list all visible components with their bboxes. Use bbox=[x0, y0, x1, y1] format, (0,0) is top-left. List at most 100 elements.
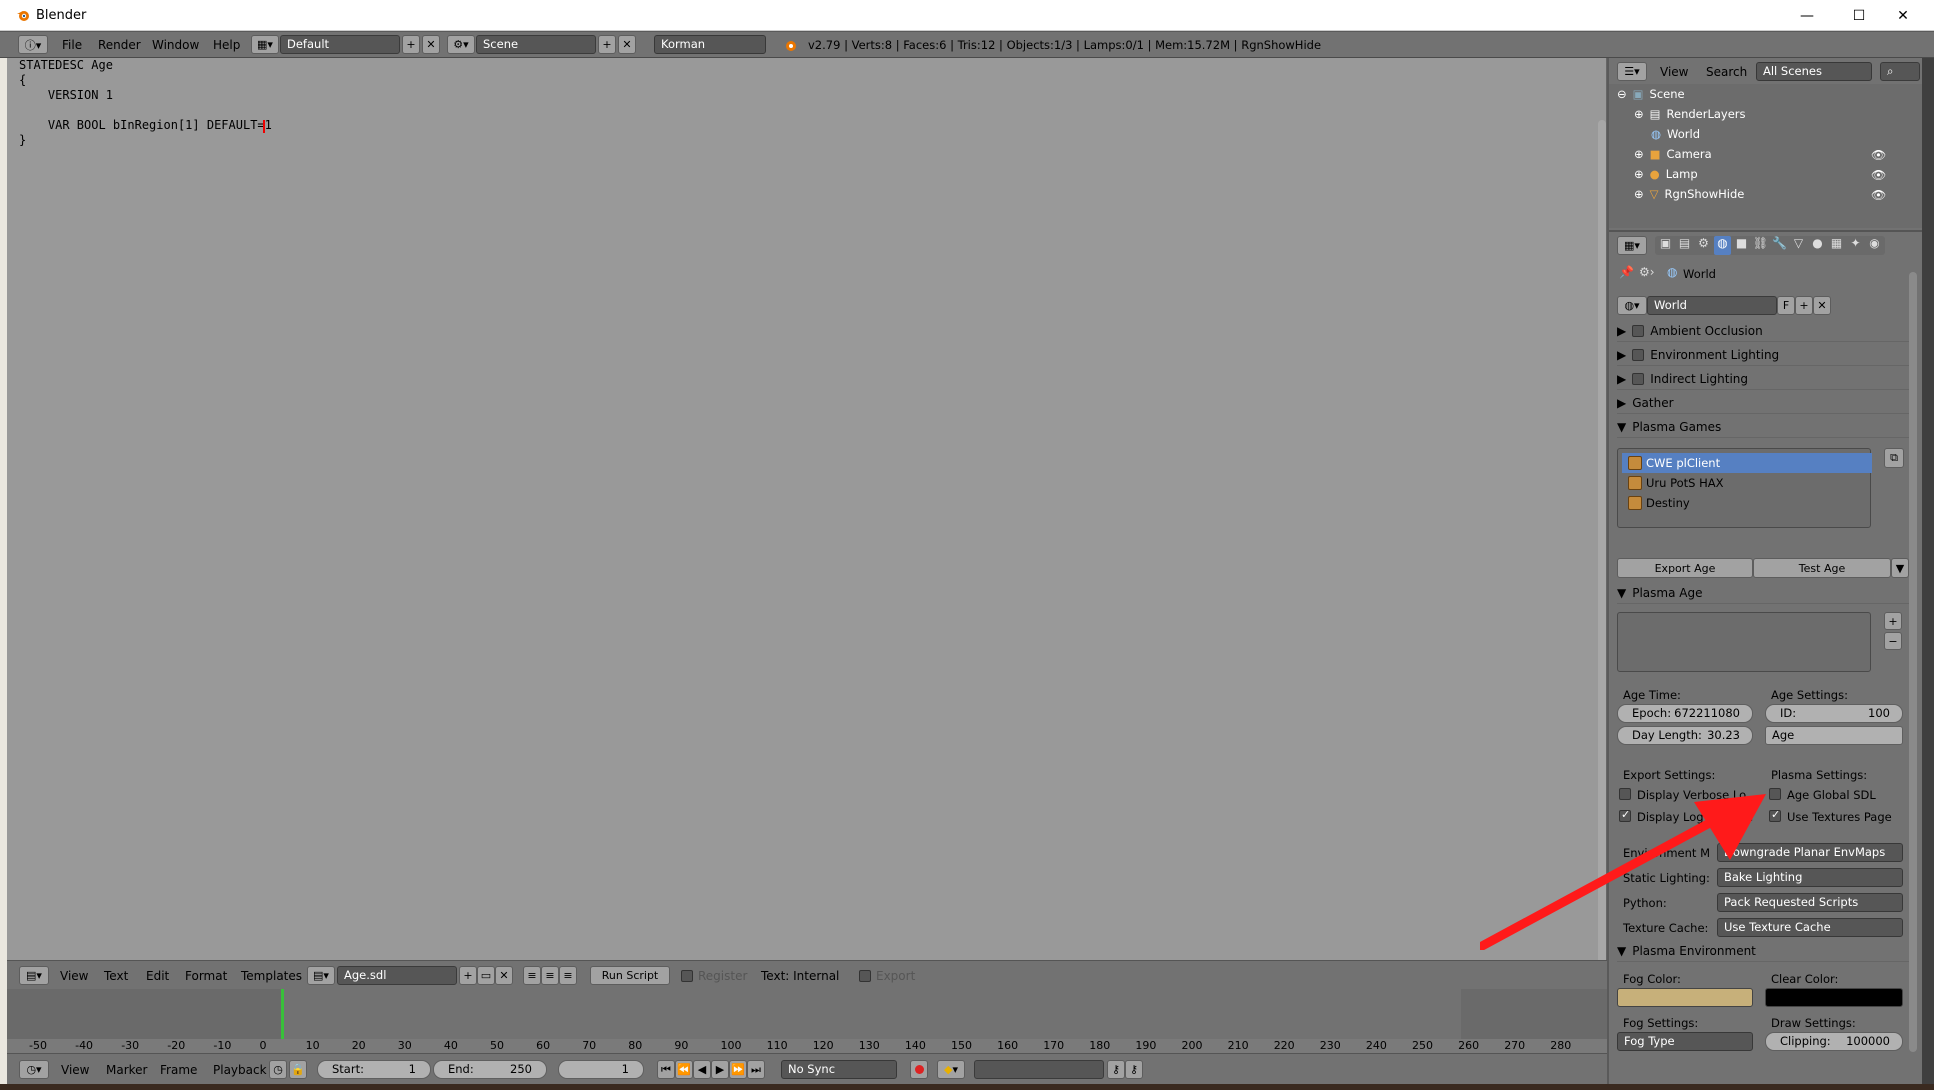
current-frame-marker[interactable] bbox=[281, 989, 284, 1039]
game-item[interactable]: Uru PotS HAX bbox=[1622, 473, 1872, 493]
menu-marker[interactable]: Marker bbox=[106, 1063, 147, 1077]
world-name-field[interactable]: World bbox=[1647, 296, 1777, 315]
record-icon[interactable] bbox=[910, 1060, 928, 1079]
modifiers-tab-icon[interactable]: 🔧 bbox=[1771, 236, 1788, 255]
maximize-button[interactable]: ☐ bbox=[1836, 0, 1882, 31]
menu-view[interactable]: View bbox=[61, 1063, 89, 1077]
panel-ambient-occlusion[interactable]: ▶ Ambient Occlusion bbox=[1617, 320, 1909, 342]
word-wrap-toggle-icon[interactable]: ≡ bbox=[541, 966, 559, 985]
delete-key-icon[interactable]: ⚷ bbox=[1125, 1060, 1143, 1079]
clipping-field[interactable]: Clipping: 100000 bbox=[1765, 1032, 1903, 1051]
menu-playback[interactable]: Playback bbox=[213, 1063, 267, 1077]
line-numbers-toggle-icon[interactable]: ≡ bbox=[523, 966, 541, 985]
games-add-icon[interactable]: ⧉ bbox=[1884, 448, 1904, 468]
close-button[interactable]: ✕ bbox=[1880, 0, 1926, 31]
jump-start-icon[interactable]: ⏮ bbox=[657, 1060, 675, 1079]
minimize-button[interactable]: — bbox=[1784, 0, 1830, 31]
texture-tab-icon[interactable]: ▦ bbox=[1828, 236, 1845, 255]
outliner-item-renderlayers[interactable]: ⊕ ▤ RenderLayers bbox=[1609, 104, 1922, 124]
lock-icon[interactable]: 🔒 bbox=[289, 1060, 307, 1079]
prev-keyframe-icon[interactable]: ⏪ bbox=[675, 1060, 693, 1079]
constraints-tab-icon[interactable]: ⛓ bbox=[1752, 236, 1769, 255]
keying-icon[interactable]: ◆ ▾ bbox=[937, 1060, 965, 1079]
preview-range-icon[interactable]: ◷ bbox=[269, 1060, 287, 1079]
play-reverse-icon[interactable]: ◀ bbox=[693, 1060, 711, 1079]
page-add-icon[interactable]: + bbox=[1884, 612, 1902, 630]
timeline-editor-type-icon[interactable]: ◷▾ bbox=[19, 1060, 49, 1079]
scene-tab-icon[interactable]: ⚙ bbox=[1695, 236, 1712, 255]
epoch-field[interactable]: Epoch: 672211080 bbox=[1617, 704, 1753, 723]
age-id-field[interactable]: ID: 100 bbox=[1765, 704, 1903, 723]
next-keyframe-icon[interactable]: ⏩ bbox=[729, 1060, 747, 1079]
outliner-search-field[interactable]: ⌕ bbox=[1880, 62, 1920, 81]
world-browse-icon[interactable]: ◍▾ bbox=[1617, 296, 1647, 315]
object-tab-icon[interactable]: ■ bbox=[1733, 236, 1750, 255]
panel-environment-lighting[interactable]: ▶ Environment Lighting bbox=[1617, 344, 1909, 366]
text-file-field[interactable]: Age.sdl bbox=[337, 966, 457, 985]
menu-text[interactable]: Text bbox=[104, 969, 128, 983]
menu-file[interactable]: File bbox=[62, 38, 82, 52]
layout-add-icon[interactable]: + bbox=[402, 35, 420, 54]
outliner-item-scene[interactable]: ⊖ ▣ Scene bbox=[1609, 84, 1922, 104]
export-age-button[interactable]: Export Age bbox=[1617, 558, 1753, 578]
outliner-filter-dropdown[interactable]: All Scenes bbox=[1756, 62, 1872, 81]
render-tab-icon[interactable]: ▣ bbox=[1657, 236, 1674, 255]
scene-field[interactable]: Scene bbox=[476, 35, 596, 54]
end-frame-field[interactable]: End: 250 bbox=[433, 1060, 547, 1079]
menu-view[interactable]: View bbox=[60, 969, 88, 983]
jump-end-icon[interactable]: ⏭ bbox=[747, 1060, 765, 1079]
scene-delete-icon[interactable]: ✕ bbox=[618, 35, 636, 54]
game-item[interactable]: Destiny bbox=[1622, 493, 1872, 513]
menu-help[interactable]: Help bbox=[213, 38, 240, 52]
world-add-icon[interactable]: + bbox=[1795, 296, 1813, 315]
test-age-dropdown-icon[interactable]: ▼ bbox=[1891, 558, 1909, 578]
data-tab-icon[interactable]: ▽ bbox=[1790, 236, 1807, 255]
render-engine-dropdown[interactable]: Korman bbox=[654, 35, 766, 54]
properties-scrollbar[interactable] bbox=[1909, 272, 1917, 1052]
test-age-button[interactable]: Test Age bbox=[1753, 558, 1891, 578]
panel-gather[interactable]: ▶ Gather bbox=[1617, 392, 1909, 414]
panel-plasma-age[interactable]: ▼ Plasma Age bbox=[1617, 582, 1909, 604]
outliner-item-world[interactable]: ◍ World bbox=[1609, 124, 1922, 144]
eye-icon[interactable]: 👁 bbox=[1871, 148, 1886, 162]
current-frame-field[interactable]: 1 bbox=[558, 1060, 644, 1079]
menu-frame[interactable]: Frame bbox=[160, 1063, 197, 1077]
syntax-highlight-toggle-icon[interactable]: ≡ bbox=[559, 966, 577, 985]
clear-color-swatch[interactable] bbox=[1765, 988, 1903, 1007]
layers-tab-icon[interactable]: ▤ bbox=[1676, 236, 1693, 255]
fake-user-button[interactable]: F bbox=[1777, 296, 1795, 315]
keying-set-field[interactable] bbox=[974, 1060, 1104, 1079]
layout-delete-icon[interactable]: ✕ bbox=[422, 35, 440, 54]
world-tab-icon[interactable]: ◍ bbox=[1714, 236, 1731, 255]
eye-icon[interactable]: 👁 bbox=[1871, 168, 1886, 182]
sync-dropdown[interactable]: No Sync bbox=[781, 1060, 897, 1079]
scene-add-icon[interactable]: + bbox=[598, 35, 616, 54]
fog-type-dropdown[interactable]: Fog Type bbox=[1617, 1032, 1753, 1051]
fog-color-swatch[interactable] bbox=[1617, 988, 1753, 1007]
timeline-area[interactable]: -50 -40 -30 -20 -10 0 10 20 30 40 50 60 70 80 90 100 110… bbox=[7, 989, 1607, 1053]
menu-render[interactable]: Render bbox=[98, 38, 141, 52]
particles-tab-icon[interactable]: ✦ bbox=[1847, 236, 1864, 255]
play-icon[interactable]: ▶ bbox=[711, 1060, 729, 1079]
age-name-field[interactable]: Age bbox=[1765, 726, 1903, 745]
layout-field[interactable]: Default bbox=[280, 35, 400, 54]
eye-icon[interactable]: 👁 bbox=[1871, 188, 1886, 202]
page-remove-icon[interactable]: − bbox=[1884, 632, 1902, 650]
physics-tab-icon[interactable]: ◉ bbox=[1866, 236, 1883, 255]
world-unlink-icon[interactable]: ✕ bbox=[1813, 296, 1831, 315]
scene-icon[interactable]: ⚙▾ bbox=[447, 35, 475, 54]
panel-plasma-games[interactable]: ▼ Plasma Games bbox=[1617, 416, 1909, 438]
export-checkbox[interactable] bbox=[859, 970, 871, 982]
outliner-menu-view[interactable]: View bbox=[1660, 65, 1688, 79]
insert-key-icon[interactable]: ⚷ bbox=[1107, 1060, 1125, 1079]
menu-edit[interactable]: Edit bbox=[146, 969, 169, 983]
text-unlink-icon[interactable]: ✕ bbox=[495, 966, 513, 985]
panel-indirect-lighting[interactable]: ▶ Indirect Lighting bbox=[1617, 368, 1909, 390]
info-editor-type-icon[interactable]: ⓘ▾ bbox=[18, 35, 48, 54]
day-length-field[interactable]: Day Length: 30.23 bbox=[1617, 726, 1753, 745]
text-new-icon[interactable]: + bbox=[459, 966, 477, 985]
material-tab-icon[interactable]: ● bbox=[1809, 236, 1826, 255]
menu-window[interactable]: Window bbox=[152, 38, 199, 52]
game-item[interactable]: CWE plClient bbox=[1622, 453, 1872, 473]
age-global-sdl-checkbox[interactable] bbox=[1769, 788, 1781, 800]
